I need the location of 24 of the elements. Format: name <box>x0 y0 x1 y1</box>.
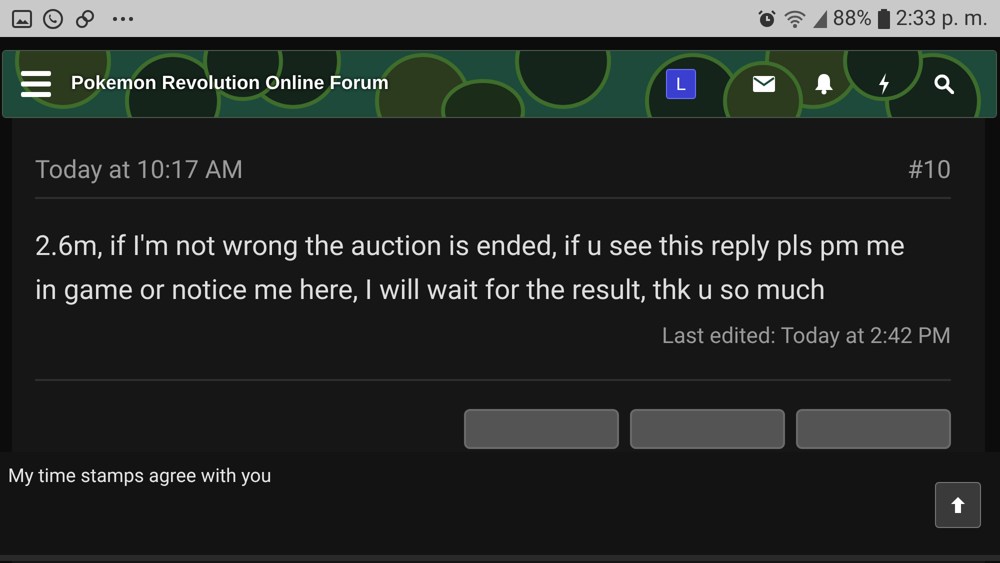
last-edited-note: Last edited: Today at 2:42 PM <box>35 324 951 381</box>
post-date[interactable]: Today at 10:17 AM <box>35 156 244 185</box>
post-message: 2.6m, if I'm not wrong the auction is ended, if u see this reply pls pm me in game or notice me here, I will wait for the result, thk u so much <box>35 228 906 308</box>
clock-time: 2:33 p. m. <box>896 6 988 30</box>
reply-text: My time stamps agree with you <box>8 464 272 487</box>
bell-icon[interactable] <box>814 73 834 95</box>
scroll-top-button[interactable] <box>935 482 981 528</box>
forum-title[interactable]: Pokemon Revolution Online Forum <box>71 73 666 95</box>
battery-percent: 88% <box>832 6 872 30</box>
menu-icon[interactable] <box>21 71 51 97</box>
mail-icon[interactable] <box>753 76 775 92</box>
arrow-up-icon <box>950 496 966 514</box>
search-icon[interactable] <box>934 74 954 94</box>
battery-icon <box>878 8 890 28</box>
post-number[interactable]: #10 <box>908 156 951 185</box>
link-icon <box>74 8 96 30</box>
more-icon <box>112 16 134 22</box>
chat-icon <box>42 8 64 30</box>
signal-icon <box>812 10 827 28</box>
image-icon <box>12 10 32 28</box>
wifi-icon <box>782 8 807 28</box>
user-avatar[interactable]: L <box>666 69 696 99</box>
bolt-icon[interactable] <box>878 73 890 95</box>
alarm-icon <box>756 8 777 28</box>
